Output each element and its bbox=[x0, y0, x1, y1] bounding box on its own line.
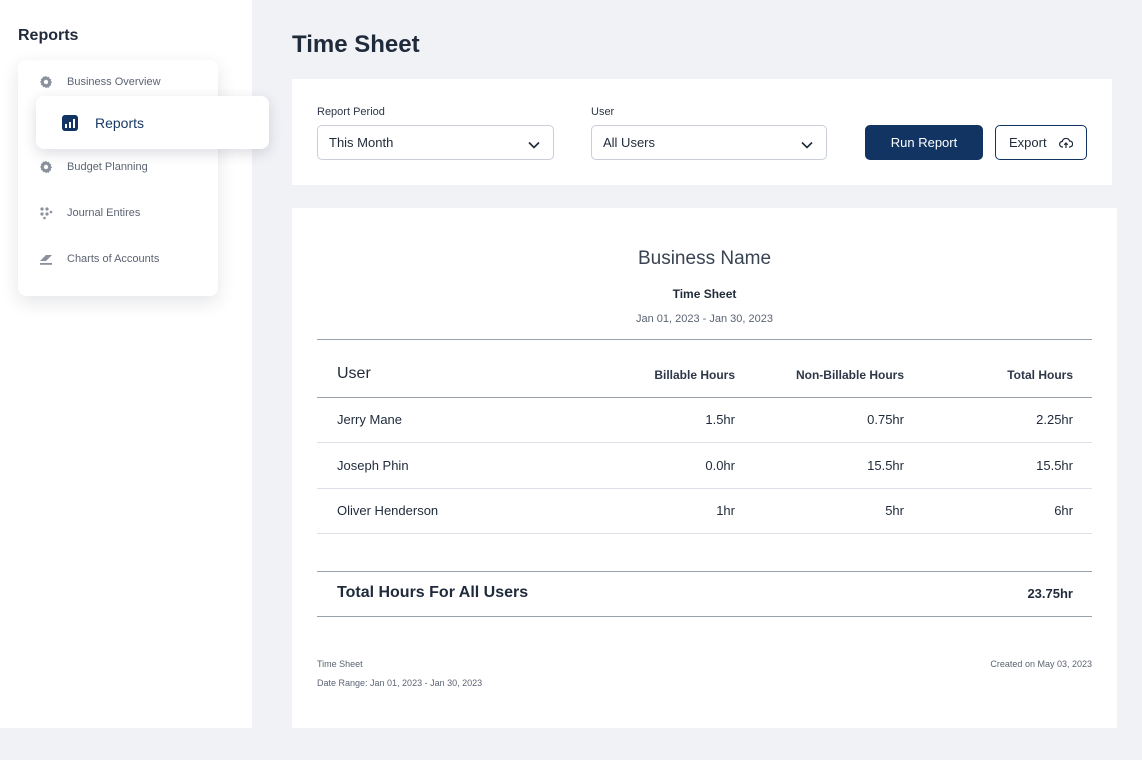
report-title: Time Sheet bbox=[672, 287, 737, 301]
column-header-billable: Billable Hours bbox=[654, 368, 735, 382]
report-period-label: Report Period bbox=[317, 106, 385, 118]
report-period-select[interactable]: This Month bbox=[317, 125, 554, 160]
sidebar: Reports Business Overview Budget Plannin… bbox=[0, 0, 269, 728]
cell-billable: 1hr bbox=[716, 503, 735, 518]
footer-date-range: Date Range: Jan 01, 2023 - Jan 30, 2023 bbox=[317, 678, 483, 688]
column-header-total: Total Hours bbox=[1007, 368, 1073, 382]
sidebar-item-label: Reports bbox=[95, 114, 145, 131]
sidebar-item-label: Charts of Accounts bbox=[67, 253, 160, 265]
footer-title: Time Sheet bbox=[317, 659, 363, 669]
dots-grid-icon bbox=[38, 205, 54, 221]
sidebar-item-charts-of-accounts[interactable]: Charts of Accounts bbox=[38, 249, 159, 269]
page-title: Time Sheet bbox=[292, 31, 420, 58]
app-frame: Reports Business Overview Budget Plannin… bbox=[0, 0, 1142, 760]
layers-icon bbox=[38, 251, 54, 267]
sidebar-item-reports[interactable]: Reports bbox=[36, 96, 269, 149]
column-header-non-billable: Non-Billable Hours bbox=[795, 368, 904, 382]
total-hours-label: Total Hours For All Users bbox=[337, 584, 529, 601]
sidebar-item-label: Budget Planning bbox=[67, 161, 148, 173]
cell-non-billable: 0.75hr bbox=[867, 412, 904, 427]
column-header-user: User bbox=[337, 365, 371, 382]
filter-panel: Report Period This Month User All Users … bbox=[292, 79, 1112, 185]
business-name: Business Name bbox=[637, 248, 772, 269]
chevron-down-icon bbox=[528, 137, 540, 152]
sidebar-item-budget-planning[interactable]: Budget Planning bbox=[38, 157, 148, 177]
user-label: User bbox=[591, 106, 615, 118]
cell-billable: 0.0hr bbox=[705, 458, 735, 473]
bar-chart-icon bbox=[62, 114, 78, 131]
divider bbox=[317, 616, 1092, 617]
divider bbox=[317, 339, 1092, 340]
cell-user: Oliver Henderson bbox=[337, 503, 439, 518]
sidebar-item-label: Business Overview bbox=[67, 76, 161, 88]
user-value: All Users bbox=[603, 135, 656, 150]
cell-non-billable: 5hr bbox=[885, 503, 904, 518]
chevron-down-icon bbox=[801, 137, 813, 152]
cell-total: 6hr bbox=[1054, 503, 1073, 518]
gear-icon bbox=[38, 74, 54, 90]
sidebar-item-label: Journal Entires bbox=[67, 207, 141, 219]
export-label: Export bbox=[1009, 135, 1047, 150]
report-panel: Business Name Time Sheet Jan 01, 2023 - … bbox=[292, 208, 1117, 728]
divider bbox=[317, 533, 1092, 534]
cell-user: Joseph Phin bbox=[337, 458, 409, 473]
gear-icon bbox=[38, 159, 54, 175]
cell-billable: 1.5hr bbox=[705, 412, 735, 427]
report-period-value: This Month bbox=[329, 135, 394, 150]
report-date-range: Jan 01, 2023 - Jan 30, 2023 bbox=[636, 313, 773, 325]
divider bbox=[317, 397, 1092, 398]
sidebar-item-journal-entries[interactable]: Journal Entires bbox=[38, 203, 140, 223]
cloud-upload-icon bbox=[1058, 137, 1073, 149]
sidebar-item-business-overview[interactable]: Business Overview bbox=[38, 72, 161, 92]
divider bbox=[317, 442, 1092, 443]
user-select[interactable]: All Users bbox=[591, 125, 827, 160]
footer-created-date: Created on May 03, 2023 bbox=[990, 659, 1092, 669]
sidebar-title: Reports bbox=[18, 27, 79, 44]
cell-non-billable: 15.5hr bbox=[867, 458, 904, 473]
divider bbox=[317, 488, 1092, 489]
cell-total: 15.5hr bbox=[1036, 458, 1073, 473]
export-button[interactable]: Export bbox=[995, 125, 1087, 160]
run-report-button[interactable]: Run Report bbox=[865, 125, 983, 160]
cell-total: 2.25hr bbox=[1036, 412, 1073, 427]
cell-user: Jerry Mane bbox=[337, 412, 403, 427]
divider bbox=[317, 571, 1092, 572]
total-hours-value: 23.75hr bbox=[1027, 586, 1073, 601]
